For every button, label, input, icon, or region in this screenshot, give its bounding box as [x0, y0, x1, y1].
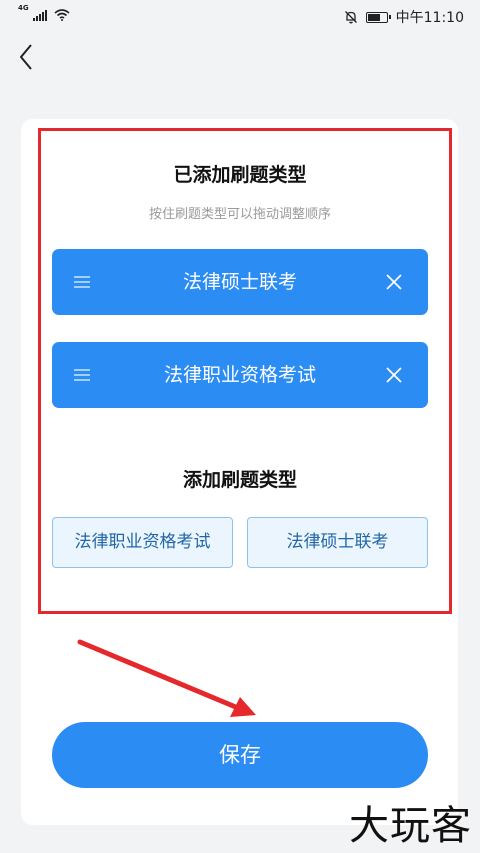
watermark: 大玩客	[349, 803, 472, 849]
save-button[interactable]: 保存	[52, 722, 428, 788]
